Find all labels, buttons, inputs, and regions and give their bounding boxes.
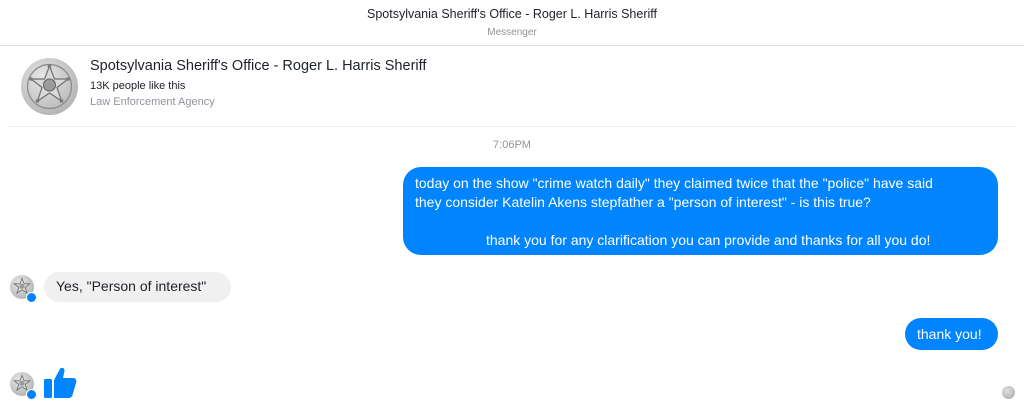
page-info-header: Spotsylvania Sheriff's Office - Roger L.… [8,48,1016,127]
page-likes-count: 13K people like this [90,80,186,92]
message-line: today on the show "crime watch daily" th… [415,175,933,191]
seen-avatar [1002,386,1015,399]
message-text: Yes, "Person of interest" [56,278,207,294]
thumbs-up-icon[interactable] [42,364,78,400]
message-line: thank you for any clarification you can … [486,232,931,248]
messenger-status-icon [26,389,37,400]
incoming-message-bubble[interactable]: Yes, "Person of interest" [44,272,231,302]
window-subtitle: Messenger [487,27,537,38]
page-category: Law Enforcement Agency [90,96,215,108]
messenger-status-icon [26,292,37,303]
sheriff-star-badge-icon [26,63,73,110]
window-title: Spotsylvania Sheriff's Office - Roger L.… [366,7,657,21]
message-timestamp: 7:06PM [493,139,531,151]
page-name-link[interactable]: Spotsylvania Sheriff's Office - Roger L.… [90,58,426,74]
outgoing-message-bubble[interactable]: thank you! [905,318,998,350]
message-text: thank you! [917,326,982,342]
outgoing-message-bubble[interactable]: today on the show "crime watch daily" th… [403,167,998,255]
page-avatar[interactable] [21,58,78,115]
message-line: they consider Katelin Akens stepfather a… [415,194,871,210]
conversation-header-bar: Spotsylvania Sheriff's Office - Roger L.… [0,0,1024,46]
